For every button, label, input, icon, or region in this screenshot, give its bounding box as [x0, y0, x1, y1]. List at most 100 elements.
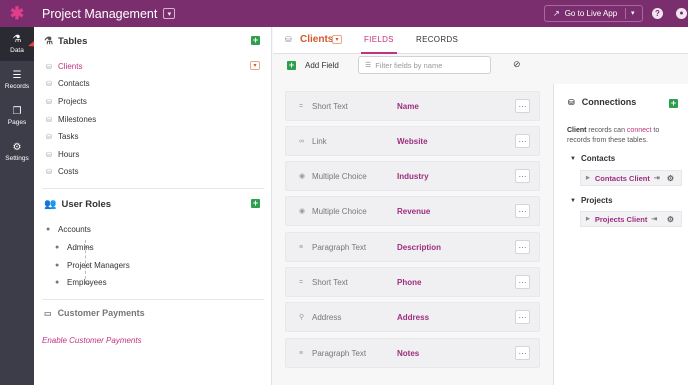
role-label: Employees [67, 278, 107, 287]
left-nav: ⚗ Data ☰ Records ❐ Pages ⚙ Settings [0, 27, 34, 385]
field-more-button[interactable]: ··· [515, 275, 530, 289]
add-field-button[interactable]: + Add Field [287, 61, 339, 70]
connection-group-label: Projects [580, 196, 613, 205]
user-icon: ● [55, 244, 60, 251]
divider [42, 299, 264, 300]
table-item-contacts[interactable]: ⛁ Contacts [34, 75, 271, 92]
role-item-admins[interactable]: ● Admins [55, 239, 94, 256]
field-name: Phone [397, 277, 422, 287]
field-row[interactable]: ⚲ Address Address ··· [285, 302, 540, 332]
tables-panel: ⚗ Tables + ⛁ Clients ▾ ⛁ Contacts ⛁ Proj… [34, 27, 272, 385]
multiple-choice-icon: ◉ [299, 208, 306, 215]
plus-icon: + [287, 60, 296, 70]
table-item-milestones[interactable]: ⛁ Milestones [34, 111, 271, 128]
field-type: Short Text [312, 101, 348, 111]
field-more-button[interactable]: ··· [515, 169, 530, 183]
gear-icon[interactable]: ⚙ [667, 215, 674, 224]
add-connection-button[interactable]: + [669, 99, 678, 108]
table-icon: ⛁ [46, 151, 52, 159]
field-name: Name [397, 101, 419, 111]
field-more-button[interactable]: ··· [515, 240, 530, 254]
role-item-project-managers[interactable]: ● Project Managers [55, 257, 130, 274]
field-more-button[interactable]: ··· [515, 204, 530, 218]
field-more-button[interactable]: ··· [515, 346, 530, 360]
connections-title: Connections [581, 97, 637, 107]
table-item-label: Costs [58, 167, 79, 176]
table-item-tasks[interactable]: ⛁ Tasks [34, 128, 271, 145]
table-item-projects[interactable]: ⛁ Projects [34, 93, 271, 110]
open-link-icon[interactable]: ⇥ [654, 174, 660, 182]
field-name: Website [397, 136, 428, 146]
top-bar: ✱ Project Management ▾ ↗ Go to Live App … [0, 0, 688, 27]
table-item-label: Clients [58, 62, 83, 71]
open-link-icon[interactable]: ⇥ [651, 215, 657, 223]
nav-item-records[interactable]: ☰ Records [0, 63, 34, 97]
enable-customer-payments-link[interactable]: Enable Customer Payments [42, 336, 142, 345]
connect-link[interactable]: connect [627, 127, 652, 134]
table-name-chevron-icon[interactable]: ▾ [332, 35, 342, 44]
connections-panel: ⛁ Connections + Client records can conne… [553, 84, 688, 385]
field-type: Multiple Choice [312, 206, 367, 216]
field-more-button[interactable]: ··· [515, 310, 530, 324]
table-options-chevron-icon[interactable]: ▾ [250, 61, 260, 70]
go-to-live-app-button[interactable]: ↗ Go to Live App ▾ [544, 5, 643, 22]
tab-fields[interactable]: FIELDS [364, 35, 394, 44]
field-more-button[interactable]: ··· [515, 99, 530, 113]
tab-records[interactable]: RECORDS [416, 35, 458, 44]
title-chevron-icon[interactable]: ▾ [163, 8, 176, 19]
table-item-label: Tasks [58, 132, 79, 141]
nav-item-settings[interactable]: ⚙ Settings [0, 135, 34, 169]
table-item-label: Milestones [58, 115, 97, 124]
connection-group-projects[interactable]: ▼ Projects [570, 196, 613, 205]
connection-item-projects-client[interactable]: ▶ Projects Client ⇥ ⚙ [580, 211, 682, 227]
app-title: Project Management [42, 6, 158, 21]
field-row[interactable]: ◉ Multiple Choice Revenue ··· [285, 196, 540, 226]
expand-right-icon: ▶ [586, 216, 590, 222]
app-logo-icon[interactable]: ✱ [0, 0, 34, 27]
field-row[interactable]: = Short Text Phone ··· [285, 267, 540, 297]
data-icon: ⚗ [12, 34, 22, 45]
table-item-clients[interactable]: ⛁ Clients ▾ [34, 58, 271, 75]
help-icon[interactable]: ? [652, 8, 663, 19]
nav-item-label: Records [4, 83, 30, 90]
field-row[interactable]: ◉ Multiple Choice Industry ··· [285, 161, 540, 191]
accounts-item[interactable]: ● Accounts [46, 221, 91, 238]
table-item-label: Projects [58, 97, 87, 106]
field-more-button[interactable]: ··· [515, 134, 530, 148]
credit-card-icon: ▭ [44, 308, 52, 318]
connections-desc-text: records can [586, 127, 627, 134]
add-user-role-button[interactable]: + [251, 199, 260, 208]
tables-icon: ⚗ [44, 36, 53, 47]
address-icon: ⚲ [299, 314, 305, 321]
live-app-label: Go to Live App [564, 9, 618, 18]
field-row[interactable]: = Short Text Name ··· [285, 91, 540, 121]
hide-fields-icon[interactable]: ⊘ [513, 59, 521, 70]
field-row[interactable]: ≡ Paragraph Text Notes ··· [285, 338, 540, 368]
connection-group-contacts[interactable]: ▼ Contacts [570, 154, 615, 163]
tables-header: ⚗ Tables [44, 36, 87, 47]
table-item-costs[interactable]: ⛁ Costs [34, 163, 271, 180]
user-roles-title: User Roles [61, 199, 112, 210]
multiple-choice-icon: ◉ [299, 173, 306, 180]
connections-icon: ⛁ [568, 97, 575, 107]
expand-right-icon: ▶ [586, 175, 590, 181]
expand-down-icon: ▼ [570, 197, 576, 204]
connection-item-contacts-client[interactable]: ▶ Contacts Client ⇥ ⚙ [580, 170, 682, 186]
field-row[interactable]: ∞ Link Website ··· [285, 126, 540, 156]
field-type: Paragraph Text [312, 348, 367, 358]
live-app-dropdown-icon[interactable]: ▾ [631, 9, 635, 17]
paragraph-text-icon: ≡ [299, 243, 304, 251]
add-table-button[interactable]: + [251, 36, 260, 45]
field-row[interactable]: ≡ Paragraph Text Description ··· [285, 232, 540, 262]
gear-icon[interactable]: ⚙ [667, 174, 674, 183]
divider [42, 188, 264, 189]
role-item-employees[interactable]: ● Employees [55, 274, 107, 291]
user-account-icon[interactable]: ● [676, 8, 687, 19]
filter-fields-input[interactable] [375, 60, 486, 70]
nav-item-pages[interactable]: ❐ Pages [0, 99, 34, 133]
add-field-label: Add Field [305, 61, 339, 70]
table-item-hours[interactable]: ⛁ Hours [34, 146, 271, 163]
field-type: Link [312, 136, 327, 146]
connection-item-label: Contacts Client [594, 173, 650, 183]
table-icon: ⛁ [46, 98, 52, 106]
